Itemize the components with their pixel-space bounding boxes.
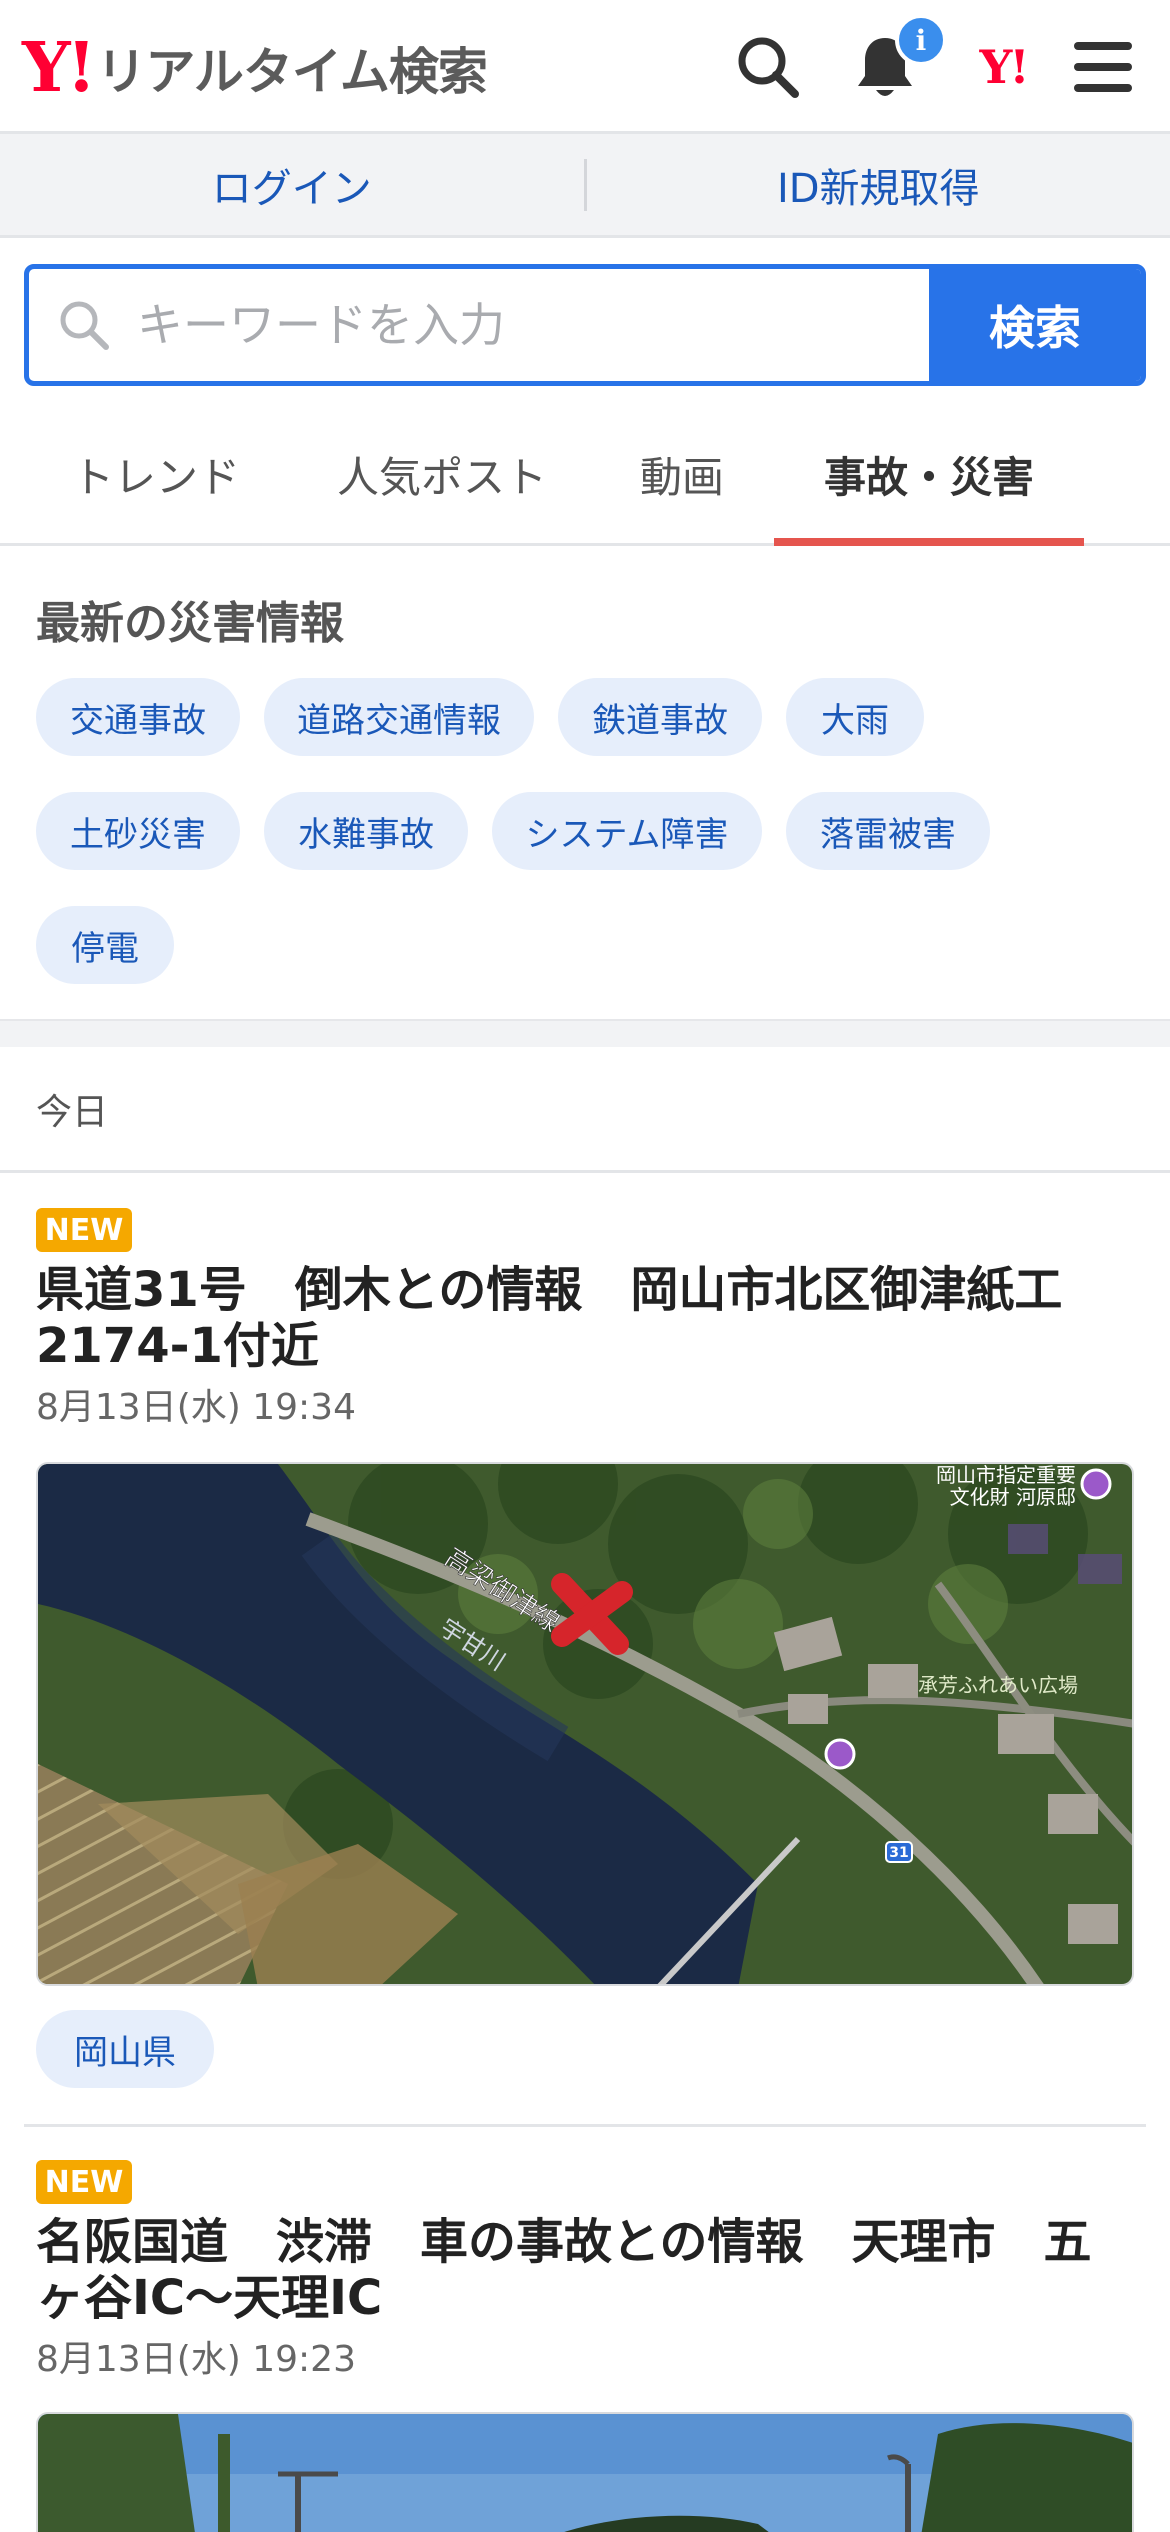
signup-link[interactable]: ID新規取得 [587,134,1170,235]
article-photo[interactable] [36,2412,1134,2532]
search-icon[interactable] [725,24,811,110]
satellite-map: 高梁御津線 宇甘川 岡山市指定重要 文化財 河原邸 承芳ふれあい広場 31 [38,1464,1132,1984]
category-chip-railway-accident[interactable]: 鉄道事故 [558,678,762,756]
yahoo-realtime-logo[interactable]: Y! リアルタイム検索 [22,28,488,108]
tab-accident-disaster[interactable]: 事故・災害 [774,402,1084,546]
section-title: 最新の災害情報 [36,598,344,649]
section-separator [0,1019,1170,1047]
map-label-route: 31 [889,1845,908,1861]
category-tabs: トレンド 人気ポスト 動画 事故・災害 [0,402,1170,546]
article-title[interactable]: 名阪国道 渋滞 車の事故との情報 天理市 五ヶ谷IC～天理IC [36,2214,1136,2326]
notification-badge: i [895,14,947,66]
new-badge: NEW [36,2160,132,2204]
disaster-info-section: 最新の災害情報 交通事故 道路交通情報 鉄道事故 大雨 土砂災害 水難事故 シス… [0,549,1170,1019]
news-item[interactable]: NEW 県道31号 倒木との情報 岡山市北区御津紙工2174-1付近 8月13日… [0,1176,1170,2127]
category-chip-water-accident[interactable]: 水難事故 [264,792,468,870]
tab-popular-posts[interactable]: 人気ポスト [322,402,562,546]
search-field-icon [60,301,109,350]
tab-trend[interactable]: トレンド [40,402,272,546]
article-title[interactable]: 県道31号 倒木との情報 岡山市北区御津紙工2174-1付近 [36,1262,1136,1374]
app-header: Y! リアルタイム検索 i Y! [0,0,1170,134]
map-label-poi1b: 文化財 河原邸 [950,1485,1076,1509]
road-photo [38,2414,1132,2532]
article-timestamp: 8月13日(水) 19:34 [36,1387,356,1428]
map-label-poi1: 岡山市指定重要 [936,1464,1076,1487]
date-section-label: 今日 [0,1047,1170,1173]
search-field-wrapper [29,269,929,381]
search-input[interactable] [137,298,837,352]
hamburger-menu-icon[interactable] [1060,24,1146,110]
category-chip-power-outage[interactable]: 停電 [36,906,174,984]
category-chip-road-traffic[interactable]: 道路交通情報 [264,678,534,756]
article-timestamp: 8月13日(水) 19:23 [36,2339,356,2380]
category-chip-heavy-rain[interactable]: 大雨 [786,678,924,756]
article-map-image[interactable]: 高梁御津線 宇甘川 岡山市指定重要 文化財 河原邸 承芳ふれあい広場 31 [36,1462,1134,1986]
logo-title: リアルタイム検索 [96,43,487,101]
yahoo-logo-mark: Y! [22,28,96,108]
search-form: 検索 [24,264,1146,386]
category-chip-system-failure[interactable]: システム障害 [492,792,762,870]
category-chip-traffic-accident[interactable]: 交通事故 [36,678,240,756]
tab-video[interactable]: 動画 [612,402,752,546]
news-item[interactable]: NEW 名阪国道 渋滞 車の事故との情報 天理市 五ヶ谷IC～天理IC 8月13… [0,2126,1170,2532]
login-link[interactable]: ログイン [0,134,584,235]
map-label-poi2: 承芳ふれあい広場 [918,1673,1078,1697]
active-tab-indicator [774,538,1084,546]
category-chip-lightning[interactable]: 落雷被害 [786,792,990,870]
yahoo-japan-icon[interactable]: Y! [960,24,1046,110]
new-badge: NEW [36,1208,132,1252]
category-chip-landslide[interactable]: 土砂災害 [36,792,240,870]
search-button[interactable]: 検索 [929,269,1141,381]
prefecture-chip[interactable]: 岡山県 [36,2010,214,2088]
account-bar: ログイン ID新規取得 [0,134,1170,238]
